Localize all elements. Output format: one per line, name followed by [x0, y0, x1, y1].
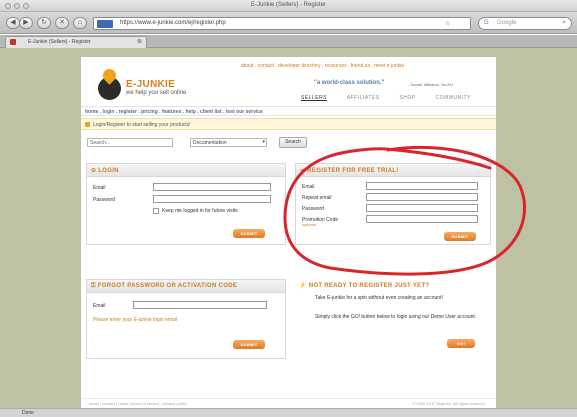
- forgot-password-panel: ⚿ FORGOT PASSWORD OR ACTIVATION CODE Ema…: [86, 279, 286, 359]
- forgot-email-label: Email: [93, 303, 106, 309]
- reload-button[interactable]: ↻: [37, 17, 51, 29]
- testimonial-quote: "a world-class solution.": [314, 80, 385, 86]
- forgot-submit-button[interactable]: SUBMIT: [233, 340, 265, 349]
- back-arrow-icon: ◀: [10, 19, 16, 26]
- register-header: ➜ REGISTER FOR FREE TRIAL!: [296, 164, 490, 177]
- browser-toolbar: ◀ ▶ ↻ ✕ ⌂ https://www.e-junkie.com/ej/re…: [0, 12, 577, 34]
- bolt-icon: ⚡: [299, 283, 309, 289]
- register-email-input[interactable]: [366, 182, 478, 190]
- register-panel: ➜ REGISTER FOR FREE TRIAL! Email Repeat …: [295, 163, 491, 245]
- not-ready-line1: Take E-junkie for a spin without even cr…: [315, 295, 443, 301]
- brand-name[interactable]: E-JUNKIE: [126, 79, 175, 90]
- not-ready-header: ⚡ NOT READY TO REGISTER JUST YET?: [299, 282, 429, 289]
- login-email-input[interactable]: [153, 183, 271, 191]
- repeat-email-input[interactable]: [366, 193, 478, 201]
- login-header: ⊖ LOGIN: [87, 164, 285, 177]
- promo-code-input[interactable]: [366, 215, 478, 223]
- login-panel: ⊖ LOGIN Email Password Keep me logged in…: [86, 163, 286, 245]
- home-icon: ⌂: [77, 19, 83, 26]
- not-ready-line2: Simply click the GO! button below to log…: [315, 314, 477, 320]
- google-icon: G: [484, 20, 489, 26]
- forgot-email-input[interactable]: [133, 301, 267, 309]
- site-tabs: SELLERS AFFILIATES SHOP COMMUNITY: [301, 95, 489, 101]
- window-titlebar: E-Junkie (Sellers) - Register: [0, 0, 577, 12]
- magnifier-icon: ⌕: [562, 19, 566, 26]
- select-value: Documentation: [193, 140, 227, 146]
- search-engine-box[interactable]: G Google ⌕: [478, 17, 572, 30]
- notice-bar: Login/Register to start selling your pro…: [81, 118, 496, 130]
- stop-icon: ✕: [59, 19, 65, 26]
- search-input[interactable]: Search...: [87, 138, 173, 147]
- tab-close-icon[interactable]: ⊗: [137, 38, 142, 45]
- login-title: LOGIN: [98, 168, 119, 174]
- not-ready-section: ⚡ NOT READY TO REGISTER JUST YET? Take E…: [295, 279, 491, 359]
- footer-links[interactable]: about | contact | resell | terms of serv…: [89, 401, 187, 406]
- login-password-input[interactable]: [153, 195, 271, 203]
- stop-button[interactable]: ✕: [55, 17, 69, 29]
- go-button[interactable]: GO!: [447, 339, 475, 348]
- flame-logo-icon[interactable]: [98, 66, 121, 100]
- documentation-select[interactable]: Documentation ▾: [190, 138, 267, 147]
- register-submit-button[interactable]: SUBMIT: [444, 232, 476, 241]
- webpage: about . contact . developer directory . …: [81, 57, 496, 408]
- url-text: https://www.e-junkie.com/ej/register.php: [120, 20, 226, 26]
- page-viewport: about . contact . developer directory . …: [0, 48, 577, 408]
- forgot-title: FORGOT PASSWORD OR ACTIVATION CODE: [97, 283, 238, 289]
- remember-me-label: Keep me logged in for future visits: [162, 208, 238, 214]
- password-label: Password: [93, 197, 115, 203]
- email-label: Email: [93, 185, 106, 191]
- top-links[interactable]: about . contact . developer directory . …: [241, 63, 404, 69]
- tab-register[interactable]: E-Junkie (Sellers) - Register ⊗: [5, 36, 147, 48]
- site-identity-icon[interactable]: [97, 20, 113, 28]
- chevron-down-icon: ▾: [262, 139, 265, 145]
- status-bar: Done: [0, 408, 577, 417]
- reload-icon: ↻: [41, 19, 47, 26]
- search-button[interactable]: Search: [279, 137, 307, 148]
- tab-sellers[interactable]: SELLERS: [301, 95, 327, 101]
- forgot-header: ⚿ FORGOT PASSWORD OR ACTIVATION CODE: [87, 280, 285, 293]
- not-ready-title: NOT READY TO REGISTER JUST YET?: [308, 283, 430, 289]
- login-submit-button[interactable]: SUBMIT: [233, 229, 265, 238]
- key-icon: ⚿: [91, 283, 98, 289]
- notice-text: Login/Register to start selling your pro…: [93, 122, 191, 128]
- status-text: Done: [22, 410, 34, 416]
- tab-strip: E-Junkie (Sellers) - Register ⊗: [0, 35, 577, 48]
- remember-me-checkbox[interactable]: [153, 208, 159, 214]
- main-nav[interactable]: home . login . register . pricing . feat…: [81, 106, 496, 116]
- bookmark-star-icon[interactable]: ☆: [445, 20, 450, 27]
- repeat-email-label: Repeat email: [302, 195, 332, 201]
- tab-shop[interactable]: SHOP: [400, 95, 416, 101]
- register-title: REGISTER FOR FREE TRIAL!: [307, 168, 399, 174]
- search-row: Search... Documentation ▾ Search: [87, 137, 491, 149]
- tab-label: E-Junkie (Sellers) - Register: [28, 39, 91, 45]
- search-engine-placeholder: Google: [497, 20, 517, 26]
- favicon-icon: [10, 39, 16, 45]
- address-bar[interactable]: https://www.e-junkie.com/ej/register.php…: [93, 17, 471, 30]
- tab-community[interactable]: COMMUNITY: [436, 95, 471, 101]
- testimonial-author: - Tanner Williams, YouTel: [408, 82, 453, 87]
- forgot-note: Please enter your E-junkie login email: [93, 317, 177, 323]
- brand-tagline: we help you sell online: [126, 90, 187, 96]
- forward-arrow-icon: ▶: [23, 19, 29, 26]
- tab-affiliates[interactable]: AFFILIATES: [347, 95, 380, 101]
- home-button[interactable]: ⌂: [73, 17, 87, 29]
- register-password-label: Password: [302, 206, 324, 212]
- back-button[interactable]: ◀: [6, 17, 20, 29]
- page-footer: about | contact | resell | terms of serv…: [81, 398, 496, 408]
- forward-button[interactable]: ▶: [19, 17, 33, 29]
- window-title: E-Junkie (Sellers) - Register: [250, 2, 327, 8]
- register-password-input[interactable]: [366, 204, 478, 212]
- register-email-label: Email: [302, 184, 315, 190]
- browser-window: E-Junkie (Sellers) - Register ◀ ▶ ↻ ✕ ⌂ …: [0, 0, 577, 417]
- pencil-icon: [85, 122, 90, 127]
- copyright: © 2009 10 E Degrees. All rights reserved…: [412, 401, 486, 406]
- promo-optional-note: optional: [302, 222, 317, 227]
